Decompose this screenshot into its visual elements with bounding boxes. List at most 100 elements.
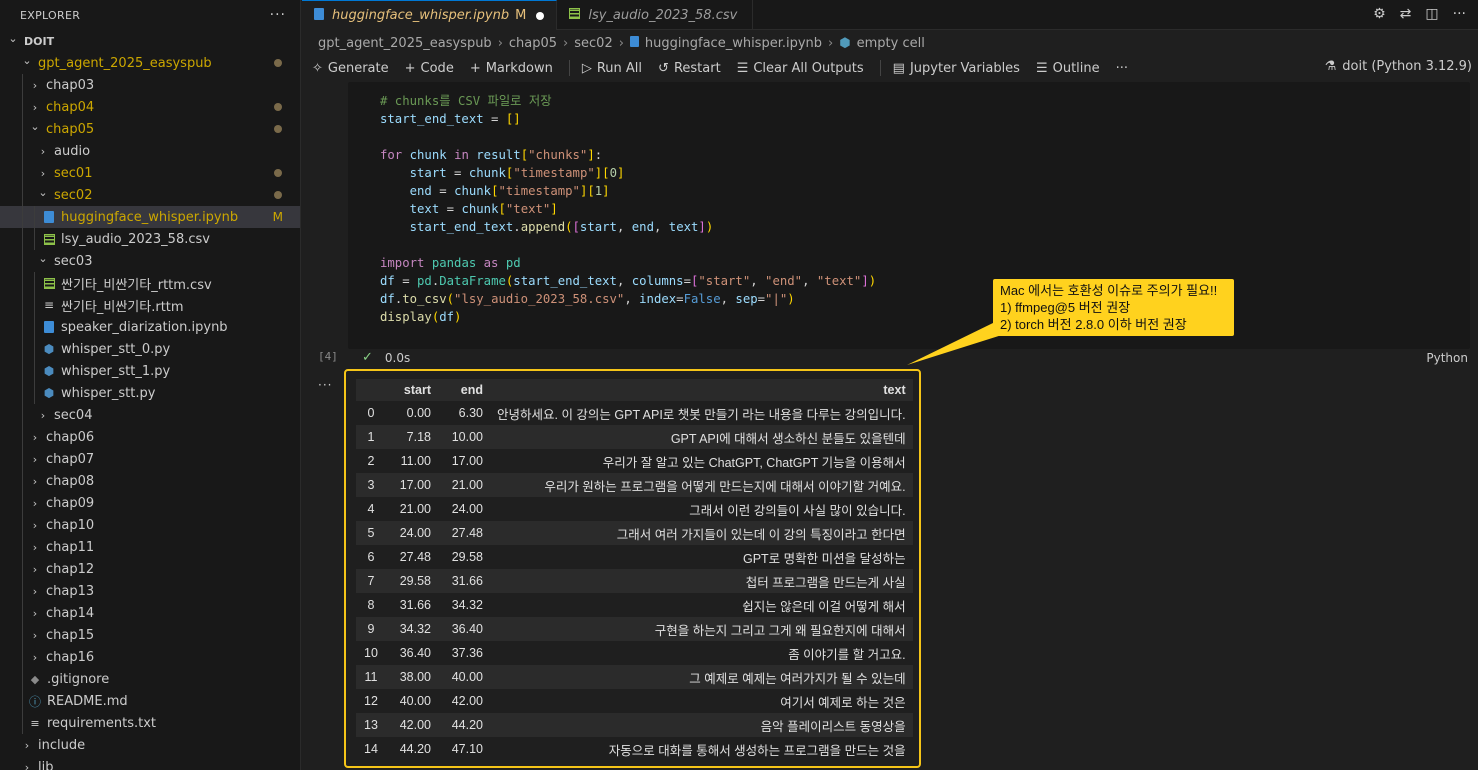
tree-item-label: chap04 bbox=[46, 99, 95, 115]
tree-item-lib[interactable]: › lib bbox=[0, 756, 300, 770]
chevron-right-icon: › bbox=[24, 760, 30, 770]
variables-icon: ▤ bbox=[892, 60, 905, 76]
file-tree: ⌄ DOIT ⌄ gpt_agent_2025_easyspub › chap03 › cha… bbox=[0, 30, 300, 770]
chevron-right-icon: › bbox=[32, 518, 38, 532]
tree-item-chap15[interactable]: › chap15 bbox=[0, 624, 300, 646]
tree-item--gitignore[interactable]: ◆ .gitignore bbox=[0, 668, 300, 690]
more-actions-icon[interactable]: ··· bbox=[1453, 6, 1466, 22]
outline-button[interactable]: ☰ Outline bbox=[1036, 61, 1100, 76]
tree-item-whisper-stt-py[interactable]: ⬢ whisper_stt.py bbox=[0, 382, 300, 404]
tree-item-chap07[interactable]: › chap07 bbox=[0, 448, 300, 470]
tree-item-label: chap10 bbox=[46, 517, 95, 533]
tree-item-requirements-txt[interactable]: ≡ requirements.txt bbox=[0, 712, 300, 734]
indent-guide bbox=[22, 382, 23, 404]
kernel-picker[interactable]: ⚗ doit (Python 3.12.9) bbox=[1325, 59, 1472, 74]
restart-button[interactable]: ↺ Restart bbox=[658, 61, 721, 76]
clear-all-icon: ☰ bbox=[736, 60, 749, 76]
sparkle-icon: ✧ bbox=[312, 60, 323, 76]
tree-item-chap04[interactable]: › chap04 bbox=[0, 96, 300, 118]
breadcrumb-item[interactable]: chap05 bbox=[509, 36, 557, 51]
indent-guide bbox=[34, 382, 35, 404]
output-more-icon[interactable]: ··· bbox=[318, 378, 332, 392]
end-cell: 6.30 bbox=[458, 406, 483, 420]
breadcrumb: gpt_agent_2025_easyspub › chap05 › sec02 › … bbox=[302, 30, 1478, 56]
modified-dot-icon bbox=[274, 59, 282, 67]
tree-item-chap09[interactable]: › chap09 bbox=[0, 492, 300, 514]
text-cell: 좀 이야기를 할 거고요. bbox=[788, 647, 906, 662]
tree-item-chap16[interactable]: › chap16 bbox=[0, 646, 300, 668]
tree-item-chap03[interactable]: › chap03 bbox=[0, 74, 300, 96]
tree-item-chap11[interactable]: › chap11 bbox=[0, 536, 300, 558]
compare-changes-icon[interactable]: ⇄ bbox=[1400, 6, 1412, 22]
generate-button[interactable]: ✧ Generate bbox=[312, 61, 389, 76]
tree-item-chap06[interactable]: › chap06 bbox=[0, 426, 300, 448]
start-cell: 29.58 bbox=[399, 574, 431, 588]
unsaved-dot-icon[interactable] bbox=[536, 11, 545, 20]
modified-dot-icon bbox=[274, 169, 282, 177]
table-row: 11 38.00 40.00 그 예제로 예제는 여러가지가 될 수 있는데 bbox=[356, 665, 913, 689]
tree-item-chap08[interactable]: › chap08 bbox=[0, 470, 300, 492]
cell-language-picker[interactable]: Python bbox=[1426, 351, 1468, 365]
settings-gear-icon[interactable]: ⚙ bbox=[1373, 6, 1386, 22]
indent-guide bbox=[22, 492, 23, 514]
add-code-button[interactable]: + Code bbox=[405, 61, 454, 76]
jupyter-variables-button[interactable]: ▤ Jupyter Variables bbox=[893, 61, 1020, 76]
execution-status: ✓ 0.0s bbox=[362, 350, 410, 365]
tree-item-sec01[interactable]: › sec01 bbox=[0, 162, 300, 184]
tree-item-sec03[interactable]: ⌄ sec03 bbox=[0, 250, 300, 272]
explorer-more-icon[interactable]: ··· bbox=[270, 7, 286, 23]
tree-item-sec04[interactable]: › sec04 bbox=[0, 404, 300, 426]
text-cell: 그 예제로 예제는 여러가지가 될 수 있는데 bbox=[689, 671, 906, 686]
column-header: start bbox=[403, 383, 431, 397]
toolbar-more-button[interactable]: ··· bbox=[1116, 61, 1128, 76]
tree-item-chap05[interactable]: ⌄ chap05 bbox=[0, 118, 300, 140]
clear-outputs-button[interactable]: ☰ Clear All Outputs bbox=[737, 61, 864, 76]
chevron-right-icon: › bbox=[32, 452, 38, 466]
tree-item-chap10[interactable]: › chap10 bbox=[0, 514, 300, 536]
tree-item-chap12[interactable]: › chap12 bbox=[0, 558, 300, 580]
tree-item-label: lib bbox=[38, 759, 54, 770]
add-markdown-button[interactable]: + Markdown bbox=[470, 61, 553, 76]
text-cell: 그래서 여러 가지들이 있는데 이 강의 특징이라고 한다면 bbox=[616, 527, 906, 542]
tree-item-readme-md[interactable]: ⓘ README.md bbox=[0, 690, 300, 712]
end-cell: 21.00 bbox=[451, 478, 483, 492]
tree-item-audio[interactable]: › audio bbox=[0, 140, 300, 162]
tree-item-sec02[interactable]: ⌄ sec02 bbox=[0, 184, 300, 206]
code-cell[interactable]: # chunks를 CSV 파일로 저장 start_end_text = []… bbox=[348, 82, 1470, 349]
breadcrumb-item[interactable]: empty cell bbox=[857, 36, 925, 51]
breadcrumb-item[interactable]: huggingface_whisper.ipynb bbox=[645, 36, 822, 51]
breadcrumb-item[interactable]: sec02 bbox=[574, 36, 612, 51]
tree-item-whisper-stt-1-py[interactable]: ⬢ whisper_stt_1.py bbox=[0, 360, 300, 382]
indent-guide bbox=[34, 272, 35, 294]
chevron-down-icon: ⌄ bbox=[30, 119, 40, 133]
tree-item-싼기타-비싼기타-rttm[interactable]: ≡ 싼기타_비싼기타.rttm bbox=[0, 294, 300, 316]
indent-guide bbox=[22, 426, 23, 448]
tab-lsy-audio-csv[interactable]: lsy_audio_2023_58.csv bbox=[557, 0, 754, 30]
chevron-right-icon: › bbox=[32, 650, 38, 664]
code-editor[interactable]: # chunks를 CSV 파일로 저장 start_end_text = []… bbox=[380, 92, 876, 326]
run-all-button[interactable]: ▷ Run All bbox=[582, 61, 642, 76]
tree-item-label: chap05 bbox=[46, 121, 95, 137]
tab-huggingface-whisper[interactable]: huggingface_whisper.ipynb M bbox=[302, 0, 558, 30]
indent-guide bbox=[22, 272, 23, 294]
tab-label: huggingface_whisper.ipynb bbox=[332, 8, 510, 23]
breadcrumb-item[interactable]: gpt_agent_2025_easyspub bbox=[318, 36, 492, 51]
tree-item-chap13[interactable]: › chap13 bbox=[0, 580, 300, 602]
tree-item-huggingface-whisper-ipynb[interactable]: huggingface_whisper.ipynb M bbox=[0, 206, 300, 228]
split-editor-icon[interactable]: ◫ bbox=[1425, 6, 1438, 22]
tree-item-whisper-stt-0-py[interactable]: ⬢ whisper_stt_0.py bbox=[0, 338, 300, 360]
plus-icon: + bbox=[404, 60, 416, 76]
tree-item-speaker-diarization-ipynb[interactable]: speaker_diarization.ipynb bbox=[0, 316, 300, 338]
text-cell: GPT API에 대해서 생소하신 분들도 있을텐데 bbox=[670, 431, 906, 446]
tree-item-doit[interactable]: ⌄ DOIT bbox=[0, 30, 300, 52]
start-cell: 17.00 bbox=[399, 478, 431, 492]
tree-item-싼기타-비싼기타-rttm-csv[interactable]: 싼기타_비싼기타_rttm.csv bbox=[0, 272, 300, 294]
tree-item-chap14[interactable]: › chap14 bbox=[0, 602, 300, 624]
tree-item-label: chap08 bbox=[46, 473, 95, 489]
table-header-row: start end text bbox=[356, 379, 913, 401]
tree-item-gpt-agent-2025-easyspub[interactable]: ⌄ gpt_agent_2025_easyspub bbox=[0, 52, 300, 74]
tree-item-include[interactable]: › include bbox=[0, 734, 300, 756]
tree-item-lsy-audio-2023-58-csv[interactable]: lsy_audio_2023_58.csv bbox=[0, 228, 300, 250]
indent-guide bbox=[22, 250, 23, 272]
explorer-header: EXPLORER ··· bbox=[0, 0, 300, 30]
